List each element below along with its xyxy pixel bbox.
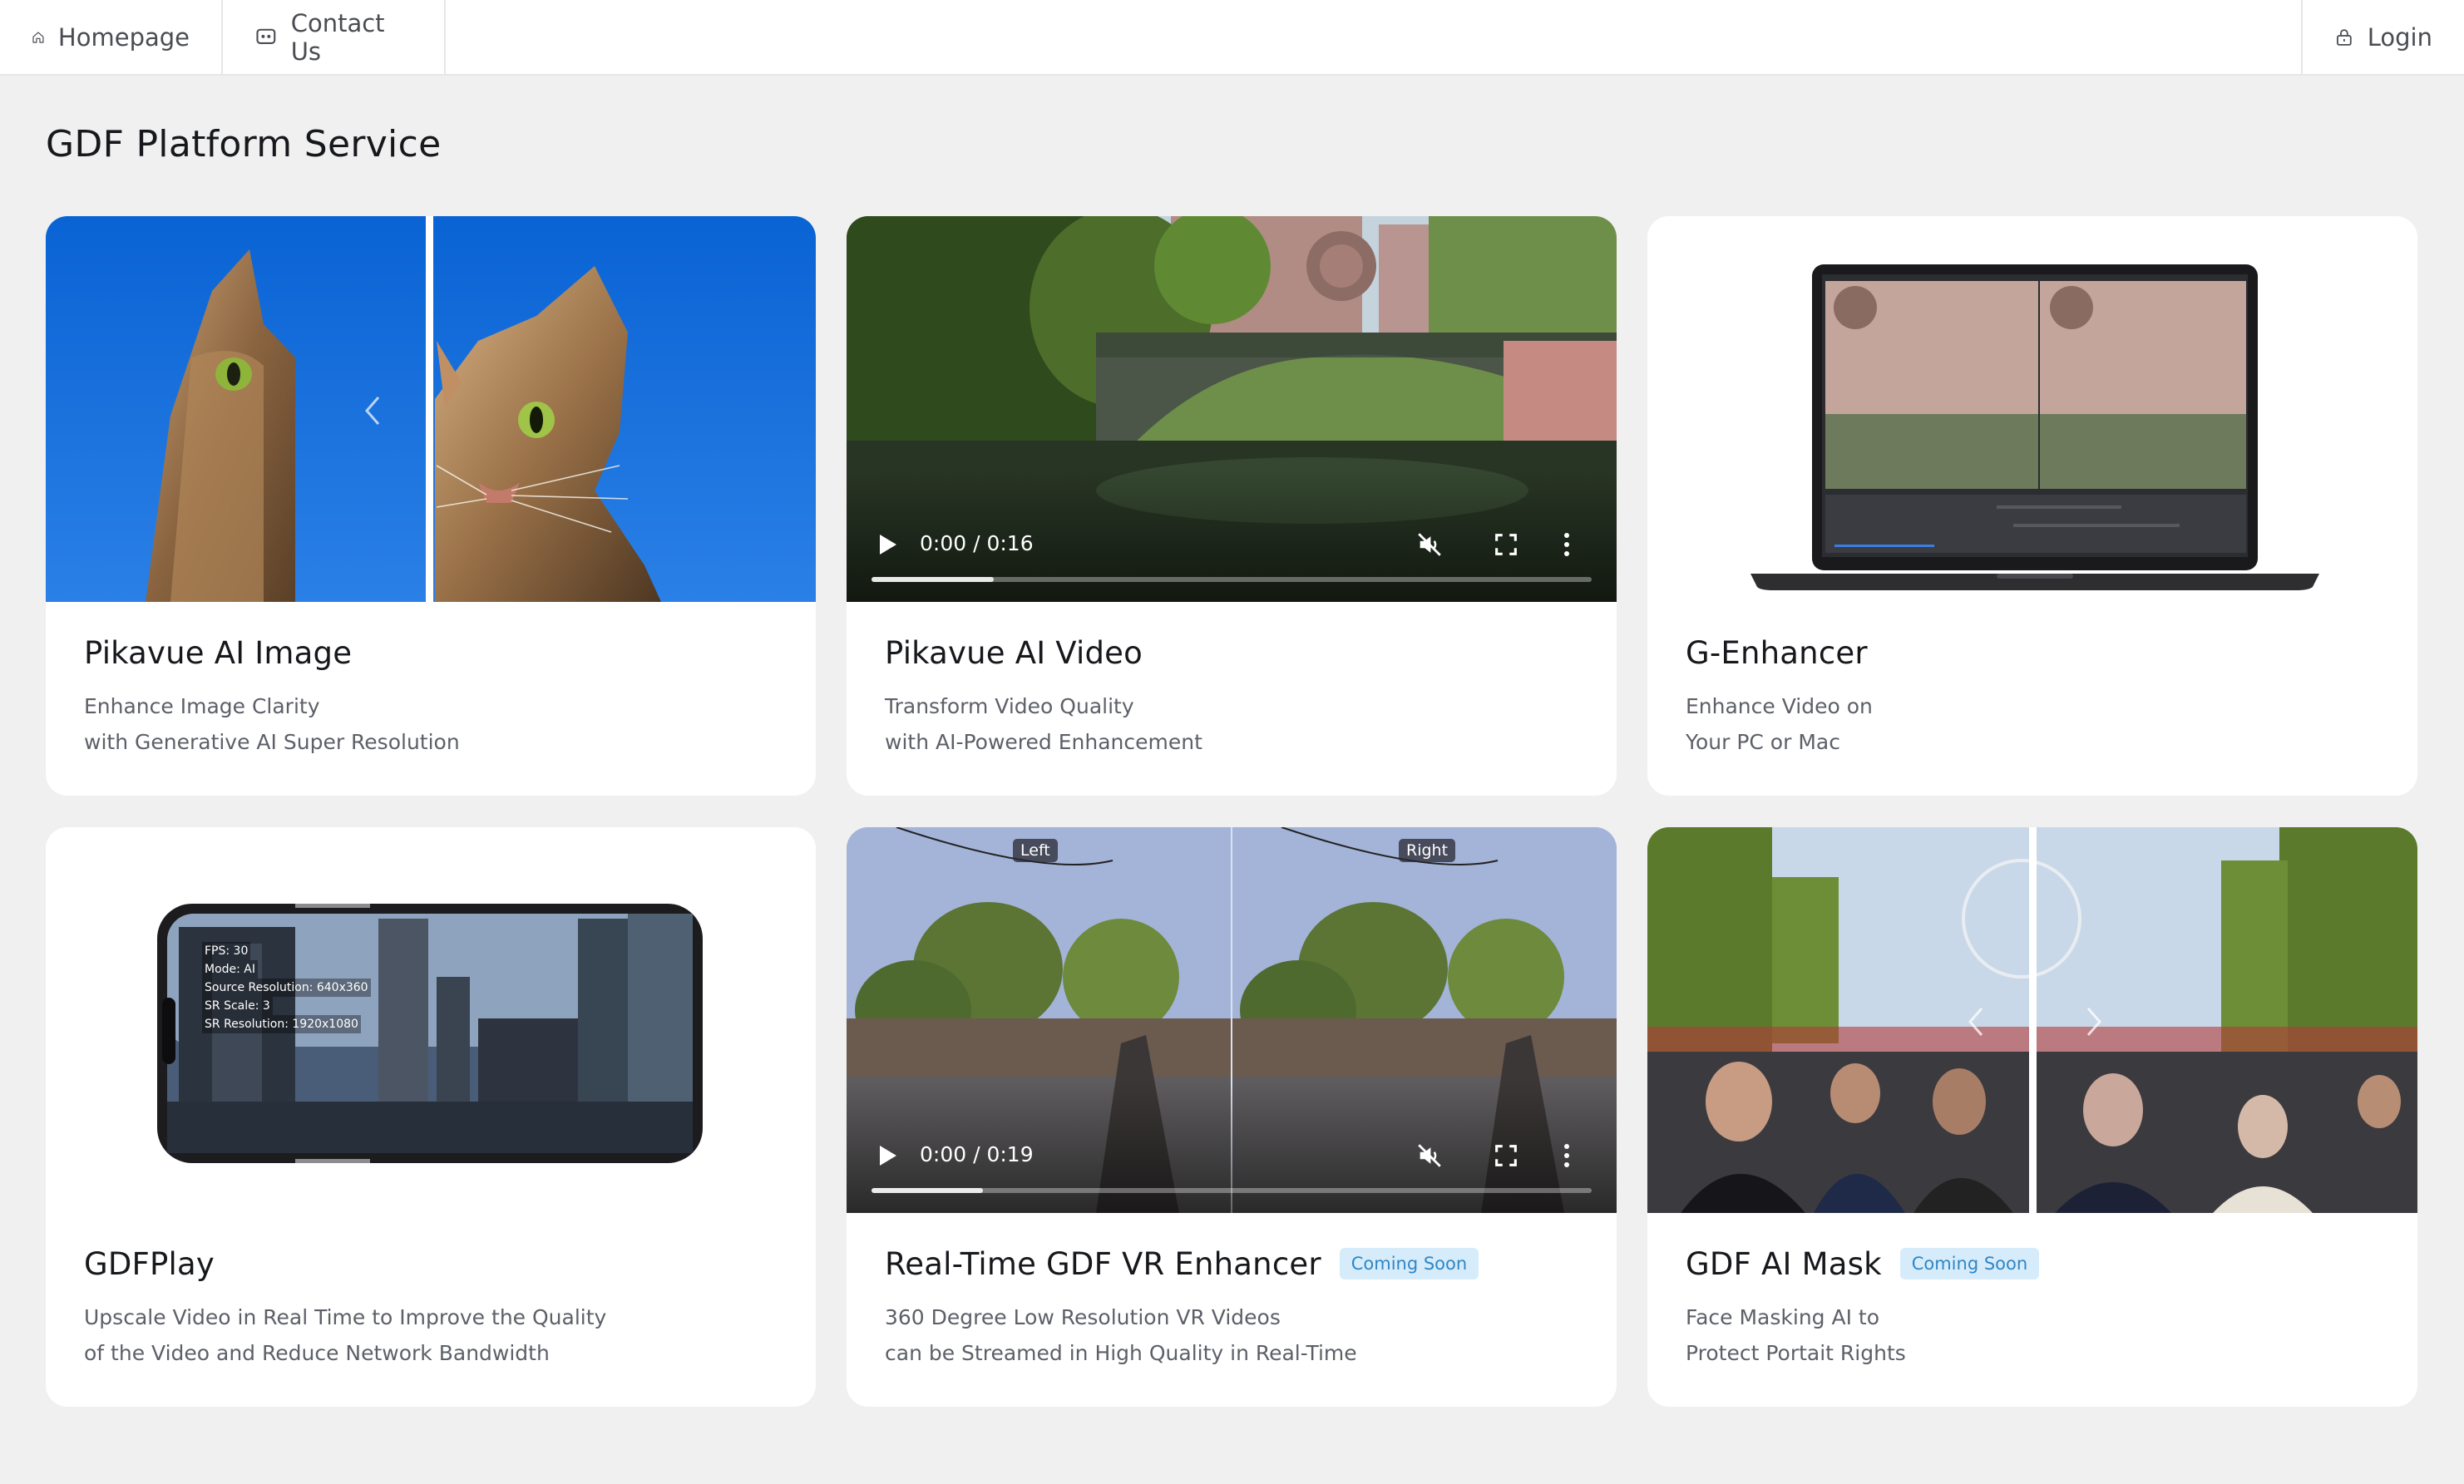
nav-contact-label: Contact Us — [290, 8, 385, 66]
nav-homepage-label: Homepage — [57, 22, 190, 52]
comparison-slider-handle[interactable] — [426, 216, 433, 602]
mute-icon[interactable] — [1415, 530, 1444, 559]
home-icon — [32, 31, 44, 43]
service-card-gdfplay[interactable]: FPS: 30 Mode: AI Source Resolution: 640x… — [46, 827, 816, 1407]
phone-mockup: FPS: 30 Mode: AI Source Resolution: 640x… — [46, 827, 816, 1213]
phone-image — [46, 827, 816, 1213]
video-time: 0:00 / 0:16 — [920, 531, 1034, 555]
coming-soon-badge: Coming Soon — [1899, 1248, 2040, 1279]
video-controls: 0:00 / 0:19 — [847, 1122, 1617, 1213]
card-description: Transform Video Quality with AI-Powered … — [885, 688, 1583, 760]
video-progress-fill — [872, 577, 995, 582]
coming-soon-badge: Coming Soon — [1339, 1248, 1479, 1279]
card-description: Upscale Video in Real Time to Improve th… — [84, 1299, 783, 1371]
lock-icon — [2337, 28, 2352, 46]
card-description: Enhance Video on Your PC or Mac — [1686, 688, 2384, 760]
laptop-image — [1647, 216, 2417, 602]
page-title: GDF Platform Service — [46, 123, 442, 165]
chat-icon — [256, 28, 276, 44]
sr-resolution-readout: SR Resolution: 1920x1080 — [202, 1015, 361, 1033]
fps-readout: FPS: 30 — [202, 942, 251, 960]
left-eye-tag: Left — [1013, 839, 1058, 862]
description-line-1: Upscale Video in Real Time to Improve th… — [84, 1305, 607, 1329]
play-icon[interactable] — [876, 532, 898, 557]
card-body: GDF AI Mask Coming Soon Face Masking AI … — [1686, 1243, 2384, 1371]
nav-contact-us[interactable]: Contact Us — [223, 0, 446, 74]
chevron-right-icon[interactable] — [2081, 1005, 2106, 1038]
video-progress-bar[interactable] — [872, 1188, 1592, 1193]
card-description: Face Masking AI to Protect Portait Right… — [1686, 1299, 2384, 1371]
video-time: 0:00 / 0:19 — [920, 1142, 1034, 1166]
card-title: GDFPlay — [84, 1245, 215, 1282]
before-after-image-slider[interactable] — [1647, 827, 2417, 1213]
service-card-pikavue-video[interactable]: 0:00 / 0:16 Pikavue AI Video Transform V… — [847, 216, 1617, 796]
card-body: Real-Time GDF VR Enhancer Coming Soon 36… — [885, 1243, 1583, 1371]
description-line-1: Face Masking AI to — [1686, 1305, 1879, 1329]
card-title: GDF AI Mask — [1686, 1245, 1882, 1282]
sr-scale-readout: SR Scale: 3 — [202, 997, 273, 1015]
card-body: Pikavue AI Video Transform Video Quality… — [885, 632, 1583, 760]
nav-login-label: Login — [2367, 22, 2432, 52]
mute-icon[interactable] — [1415, 1141, 1444, 1170]
service-card-vr-enhancer[interactable]: Left Right 0:00 / 0:19 Real-Time GDF VR … — [847, 827, 1617, 1407]
card-title: Real-Time GDF VR Enhancer — [885, 1245, 1321, 1282]
chevron-left-icon[interactable] — [360, 394, 385, 427]
nav-login[interactable]: Login — [2301, 0, 2464, 74]
laptop-mockup — [1647, 216, 2417, 602]
more-vertical-icon[interactable] — [1558, 530, 1575, 559]
service-card-pikavue-image[interactable]: Pikavue AI Image Enhance Image Clarity w… — [46, 216, 816, 796]
card-title: Pikavue AI Image — [84, 634, 353, 671]
fullscreen-icon[interactable] — [1492, 1141, 1520, 1170]
card-description: 360 Degree Low Resolution VR Videos can … — [885, 1299, 1583, 1371]
card-body: G-Enhancer Enhance Video on Your PC or M… — [1686, 632, 2384, 760]
video-progress-bar[interactable] — [872, 577, 1592, 582]
card-title: G-Enhancer — [1686, 634, 1868, 671]
more-vertical-icon[interactable] — [1558, 1141, 1575, 1170]
description-line-2: with AI-Powered Enhancement — [885, 730, 1202, 754]
description-line-2: can be Streamed in High Quality in Real-… — [885, 1341, 1357, 1365]
card-title: Pikavue AI Video — [885, 634, 1143, 671]
description-line-1: Transform Video Quality — [885, 694, 1134, 718]
chevron-left-icon[interactable] — [1963, 1005, 1988, 1038]
before-after-image-slider[interactable] — [46, 216, 816, 602]
card-body: GDFPlay Upscale Video in Real Time to Im… — [84, 1243, 783, 1371]
nav-homepage[interactable]: Homepage — [0, 0, 223, 74]
description-line-2: with Generative AI Super Resolution — [84, 730, 460, 754]
video-player[interactable]: Left Right 0:00 / 0:19 — [847, 827, 1617, 1213]
source-resolution-readout: Source Resolution: 640x360 — [202, 979, 371, 997]
service-card-g-enhancer[interactable]: G-Enhancer Enhance Video on Your PC or M… — [1647, 216, 2417, 796]
description-line-1: Enhance Image Clarity — [84, 694, 320, 718]
video-progress-fill — [872, 1188, 984, 1193]
fullscreen-icon[interactable] — [1492, 530, 1520, 559]
right-eye-tag: Right — [1399, 839, 1456, 862]
card-description: Enhance Image Clarity with Generative AI… — [84, 688, 783, 760]
description-line-2: Your PC or Mac — [1686, 730, 1840, 754]
video-controls: 0:00 / 0:16 — [847, 510, 1617, 602]
card-body: Pikavue AI Image Enhance Image Clarity w… — [84, 632, 783, 760]
play-icon[interactable] — [876, 1143, 898, 1168]
mode-readout: Mode: AI — [202, 960, 259, 979]
stats-overlay: FPS: 30 Mode: AI Source Resolution: 640x… — [202, 942, 371, 1033]
comparison-slider-handle[interactable] — [2029, 827, 2037, 1213]
description-line-1: 360 Degree Low Resolution VR Videos — [885, 1305, 1281, 1329]
description-line-2: Protect Portait Rights — [1686, 1341, 1906, 1365]
service-card-ai-mask[interactable]: GDF AI Mask Coming Soon Face Masking AI … — [1647, 827, 2417, 1407]
top-navigation-bar: Homepage Contact Us Login — [0, 0, 2464, 76]
description-line-2: of the Video and Reduce Network Bandwidt… — [84, 1341, 550, 1365]
description-line-1: Enhance Video on — [1686, 694, 1873, 718]
video-player[interactable]: 0:00 / 0:16 — [847, 216, 1617, 602]
